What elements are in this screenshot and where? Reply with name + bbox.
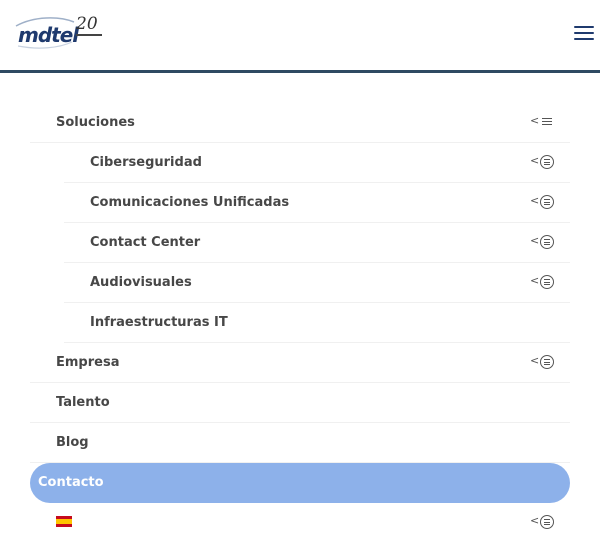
menu-item-label: Contact Center	[90, 235, 201, 250]
circle-list-icon	[540, 235, 554, 249]
mobile-nav-menu: Soluciones < Ciberseguridad < Comunicaci…	[30, 103, 570, 541]
menu-item-contacto[interactable]: Contacto	[30, 463, 570, 503]
circle-list-icon	[540, 195, 554, 209]
hamburger-icon[interactable]	[574, 25, 594, 41]
menu-item-label: Soluciones	[56, 115, 135, 130]
logo-anniversary-badge: 20	[76, 14, 98, 34]
hamburger-line	[574, 26, 594, 28]
menu-item-talento[interactable]: Talento	[30, 383, 570, 423]
chevron-left-icon: <	[530, 234, 540, 247]
chevron-left-icon: <	[530, 274, 540, 287]
menu-item-language[interactable]: <	[30, 503, 570, 541]
menu-item-label: Ciberseguridad	[90, 155, 202, 170]
submenu-toggle[interactable]: <	[530, 113, 560, 133]
submenu-toggle[interactable]: <	[530, 353, 560, 373]
menu-item-empresa[interactable]: Empresa <	[30, 343, 570, 383]
menu-item-label: Infraestructuras IT	[90, 315, 228, 330]
menu-item-ciberseguridad[interactable]: Ciberseguridad <	[64, 143, 570, 183]
submenu-toggle[interactable]: <	[530, 193, 560, 213]
chevron-left-icon: <	[530, 194, 540, 207]
menu-item-label: Empresa	[56, 355, 120, 370]
menu-item-label: Audiovisuales	[90, 275, 192, 290]
menu-item-audiovisuales[interactable]: Audiovisuales <	[64, 263, 570, 303]
circle-list-icon	[540, 355, 554, 369]
page: mdtel 20 Soluciones < Ciberseguridad < C…	[0, 0, 600, 541]
hamburger-line	[574, 32, 594, 34]
chevron-left-icon: <	[530, 514, 540, 527]
chevron-left-icon: <	[530, 154, 540, 167]
circle-list-icon	[540, 275, 554, 289]
menu-item-label: Comunicaciones Unificadas	[90, 195, 290, 210]
menu-item-infraestructuras-it[interactable]: Infraestructuras IT	[64, 303, 570, 343]
hamburger-line	[574, 38, 594, 40]
menu-item-label: Contacto	[38, 475, 104, 490]
submenu-toggle[interactable]: <	[530, 233, 560, 253]
menu-item-comunicaciones-unificadas[interactable]: Comunicaciones Unificadas <	[64, 183, 570, 223]
menu-item-contact-center[interactable]: Contact Center <	[64, 223, 570, 263]
site-header: mdtel 20	[0, 0, 600, 73]
logo-wordmark: mdtel	[18, 23, 79, 47]
menu-item-label: Blog	[56, 435, 89, 450]
chevron-left-icon: <	[530, 354, 540, 367]
list-icon	[542, 118, 552, 126]
chevron-left-icon: <	[530, 114, 540, 127]
submenu-toggle[interactable]: <	[530, 153, 560, 173]
mdtel-logo[interactable]: mdtel 20	[14, 14, 104, 50]
logo-badge-underline	[76, 34, 102, 36]
submenu-toggle[interactable]: <	[530, 513, 560, 533]
menu-item-label: Talento	[56, 395, 110, 410]
menu-item-soluciones[interactable]: Soluciones <	[30, 103, 570, 143]
circle-list-icon	[540, 515, 554, 529]
spain-flag-icon	[56, 516, 72, 527]
submenu-toggle[interactable]: <	[530, 273, 560, 293]
circle-list-icon	[540, 155, 554, 169]
menu-item-blog[interactable]: Blog	[30, 423, 570, 463]
